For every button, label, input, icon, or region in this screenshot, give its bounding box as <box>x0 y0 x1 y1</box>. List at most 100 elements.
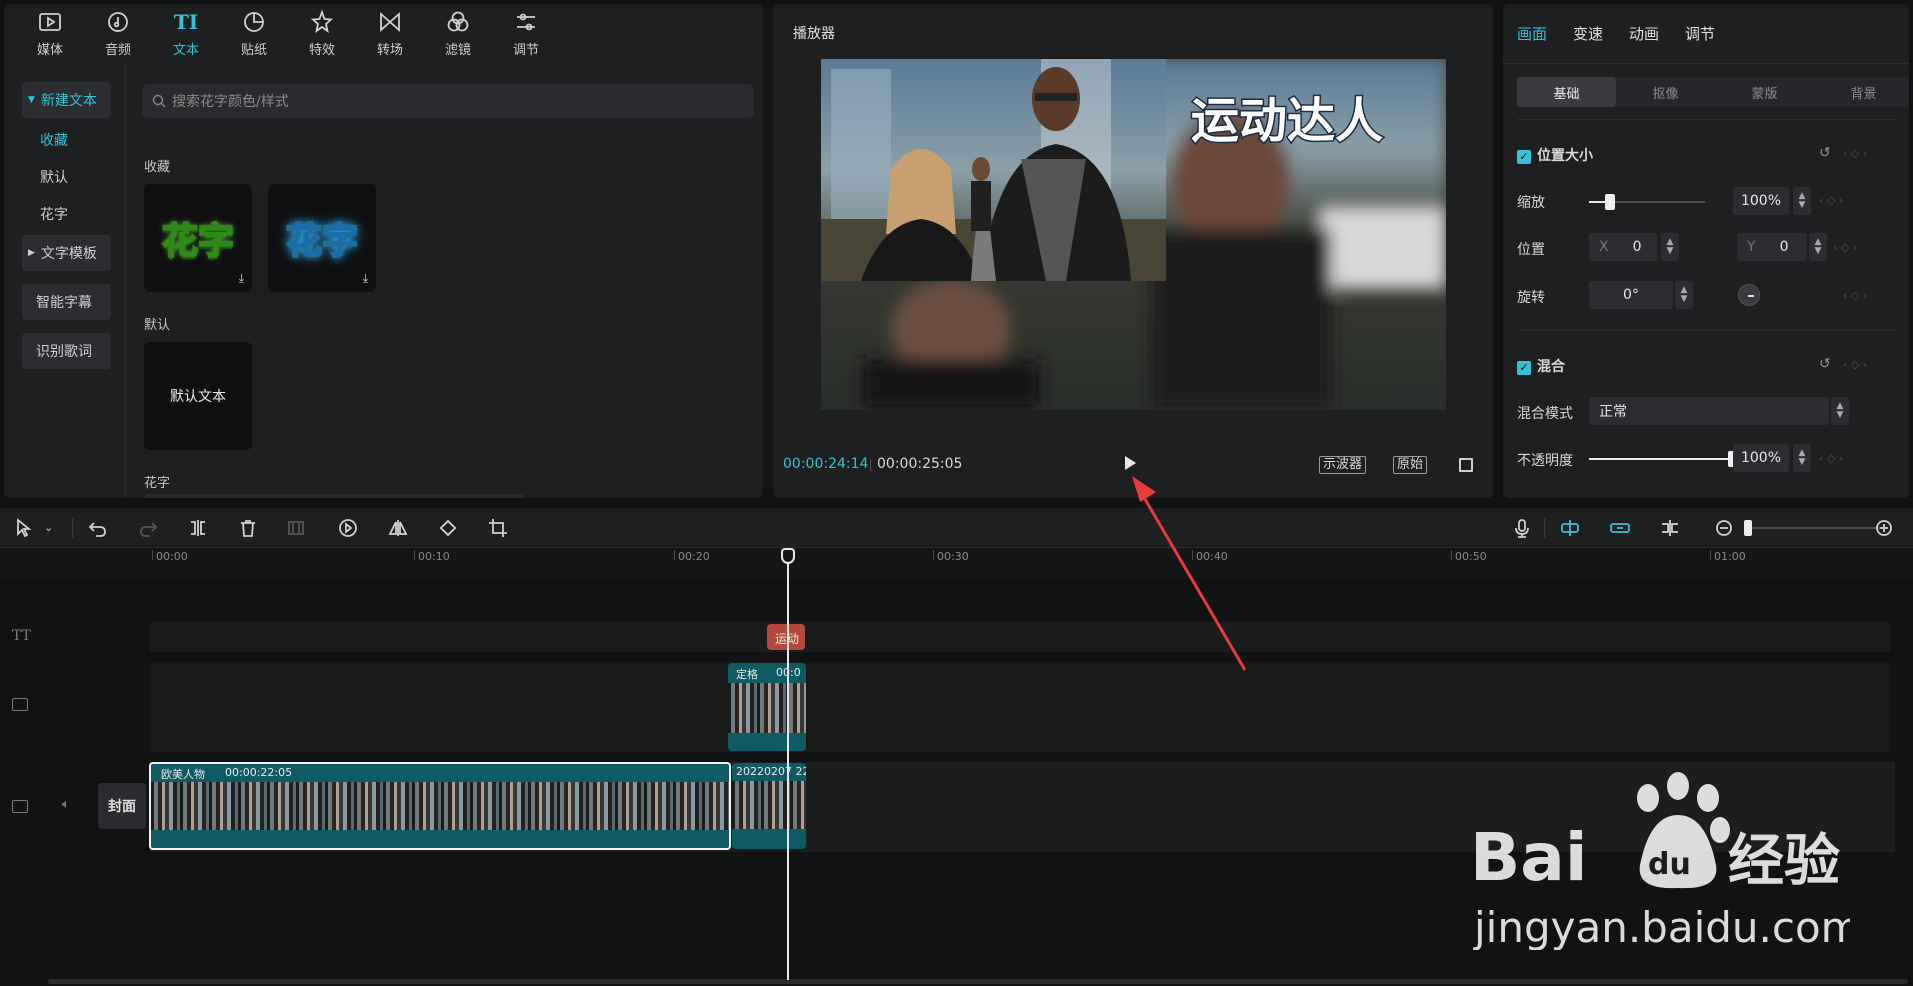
fancy-text-card-green[interactable]: 花字 ⤓ <box>144 184 252 292</box>
tab-effects[interactable]: 特效 <box>288 4 356 62</box>
tab-text[interactable]: TI 文本 <box>152 4 220 62</box>
opacity-value-field[interactable]: 100% <box>1733 444 1789 472</box>
delete-icon[interactable] <box>238 518 258 542</box>
default-text-preview: 默认文本 <box>170 389 226 405</box>
sidebar-item-recognize-lyrics[interactable]: 识别歌词 <box>22 333 111 369</box>
rotate-field[interactable]: 0° <box>1589 281 1673 309</box>
download-icon[interactable]: ⤓ <box>363 271 368 286</box>
tab-transition[interactable]: 转场 <box>356 4 424 62</box>
position-x-field[interactable]: X 0 <box>1589 233 1657 261</box>
text-track-icon: TT <box>12 628 31 644</box>
mirror-icon[interactable] <box>388 518 408 542</box>
blend-mode-select[interactable]: 正常 <box>1589 397 1829 425</box>
subtab-background[interactable]: 背景 <box>1814 77 1909 107</box>
reverse-icon[interactable] <box>338 518 358 542</box>
opacity-slider[interactable] <box>1589 451 1738 467</box>
fullscreen-icon[interactable] <box>1459 458 1473 472</box>
rotate-label: 旋转 <box>1517 290 1545 306</box>
picture-subtabs: 基础 抠像 蒙版 背景 <box>1517 77 1909 107</box>
position-y-stepper[interactable]: ▲ ▼ <box>1809 233 1827 261</box>
scale-slider-knob[interactable] <box>1604 194 1615 210</box>
rotate-stepper[interactable]: ▲ ▼ <box>1675 281 1693 309</box>
keyframe-nav-icon: ‹ ◇ › <box>1843 289 1868 302</box>
redo-icon <box>138 518 158 542</box>
cover-button[interactable]: 封面 <box>98 783 146 829</box>
sidebar-item-default[interactable]: 默认 <box>22 159 111 195</box>
ruler-tick <box>414 550 415 560</box>
scale-slider[interactable] <box>1589 194 1705 210</box>
main-clip-selected[interactable]: 欧美人物 00:00:22:05 <box>149 762 731 850</box>
tab-filter[interactable]: 滤镜 <box>424 4 492 62</box>
toolbar-divider <box>72 518 73 538</box>
link-icon[interactable] <box>1610 518 1630 542</box>
rotate-icon[interactable] <box>438 518 458 542</box>
tab-sticker[interactable]: 贴纸 <box>220 4 288 62</box>
scope-button[interactable]: 示波器 <box>1319 456 1367 474</box>
tab-audio[interactable]: 音频 <box>84 4 152 62</box>
undo-icon[interactable] <box>88 518 108 542</box>
position-x-stepper[interactable]: ▲ ▼ <box>1661 233 1679 261</box>
blend-mode-label: 混合模式 <box>1517 406 1573 422</box>
text-clip[interactable]: 运动 <box>767 624 805 650</box>
crop-icon[interactable] <box>488 518 508 542</box>
total-time: 00:00:25:05 <box>877 456 963 472</box>
zoom-out-icon[interactable] <box>1714 518 1734 542</box>
tab-speed[interactable]: 变速 <box>1573 23 1603 44</box>
rotate-dial[interactable] <box>1738 284 1760 306</box>
tab-media[interactable]: 媒体 <box>16 4 84 62</box>
speaker-icon[interactable]: 🔈︎ <box>62 797 70 812</box>
zoom-slider[interactable] <box>1744 520 1884 536</box>
reset-icon[interactable]: ↺ <box>1819 356 1831 372</box>
second-clip[interactable]: 20220207 22 <box>732 763 806 849</box>
subtab-cutout[interactable]: 抠像 <box>1616 77 1715 107</box>
sidebar-item-text-template[interactable]: ▶ 文字模板 <box>22 235 111 271</box>
keyframe-nav-icon: ‹ ◇ › <box>1819 194 1844 207</box>
tab-adjust-props[interactable]: 调节 <box>1685 23 1715 44</box>
time-ruler[interactable]: 00:00 00:10 00:20 00:30 00:40 00:50 01:0… <box>0 548 1913 578</box>
chevron-down-icon[interactable]: ⌄ <box>44 521 53 534</box>
blend-section[interactable]: ✓ 混合 <box>1517 356 1565 376</box>
opacity-stepper[interactable]: ▲ ▼ <box>1793 444 1811 472</box>
sidebar-item-new-text[interactable]: ▼ 新建文本 <box>22 82 111 118</box>
playhead-line[interactable] <box>787 550 789 980</box>
freeze-clip[interactable]: 定格 00:0 <box>728 663 806 751</box>
sticker-icon <box>244 11 264 32</box>
preview-axis-icon[interactable] <box>1660 518 1680 542</box>
ruler-label: 00:20 <box>678 550 710 563</box>
playhead-handle[interactable] <box>781 548 795 564</box>
checkbox-icon: ✓ <box>1517 361 1531 375</box>
scale-stepper[interactable]: ▲ ▼ <box>1793 187 1811 215</box>
keyframe-nav-icon: ‹ ◇ › <box>1833 241 1858 254</box>
tab-adjust[interactable]: 调节 <box>492 4 560 62</box>
tab-picture[interactable]: 画面 <box>1517 23 1547 44</box>
video-track-icon <box>12 698 28 711</box>
scale-value-field[interactable]: 100% <box>1733 187 1789 215</box>
download-icon[interactable]: ⤓ <box>239 271 244 286</box>
fancy-text-card-blue[interactable]: 花字 ⤓ <box>268 184 376 292</box>
search-input[interactable]: 搜索花字颜色/样式 <box>142 84 754 118</box>
microphone-icon[interactable] <box>1512 518 1532 542</box>
original-ratio-button[interactable]: 原始 <box>1393 456 1428 474</box>
select-tool-icon[interactable] <box>14 518 34 542</box>
zoom-slider-knob[interactable] <box>1744 520 1752 536</box>
video-preview[interactable]: 运动达人 <box>821 59 1446 410</box>
tab-animation[interactable]: 动画 <box>1629 23 1659 44</box>
split-icon[interactable] <box>188 518 208 542</box>
sidebar-item-fancy[interactable]: 花字 <box>22 196 111 232</box>
timeline-scrollbar[interactable] <box>48 979 1908 984</box>
ruler-label: 00:30 <box>937 550 969 563</box>
default-text-card[interactable]: 默认文本 <box>144 342 252 450</box>
subtab-basic[interactable]: 基础 <box>1517 77 1616 107</box>
play-button[interactable] <box>1125 456 1136 470</box>
sidebar-item-favorites[interactable]: 收藏 <box>22 122 111 158</box>
blend-mode-dropdown-icon[interactable]: ▲ ▼ <box>1831 397 1849 425</box>
reset-icon[interactable]: ↺ <box>1819 145 1831 161</box>
sidebar-item-smart-caption[interactable]: 智能字幕 <box>22 284 111 320</box>
subtab-mask[interactable]: 蒙版 <box>1715 77 1814 107</box>
fancy-text-preview: 花字 <box>161 220 235 263</box>
auto-snap-icon[interactable] <box>1560 518 1580 542</box>
search-icon <box>152 94 166 108</box>
zoom-in-icon[interactable] <box>1874 518 1894 542</box>
position-y-field[interactable]: Y 0 <box>1737 233 1807 261</box>
position-size-section[interactable]: ✓ 位置大小 <box>1517 145 1593 165</box>
